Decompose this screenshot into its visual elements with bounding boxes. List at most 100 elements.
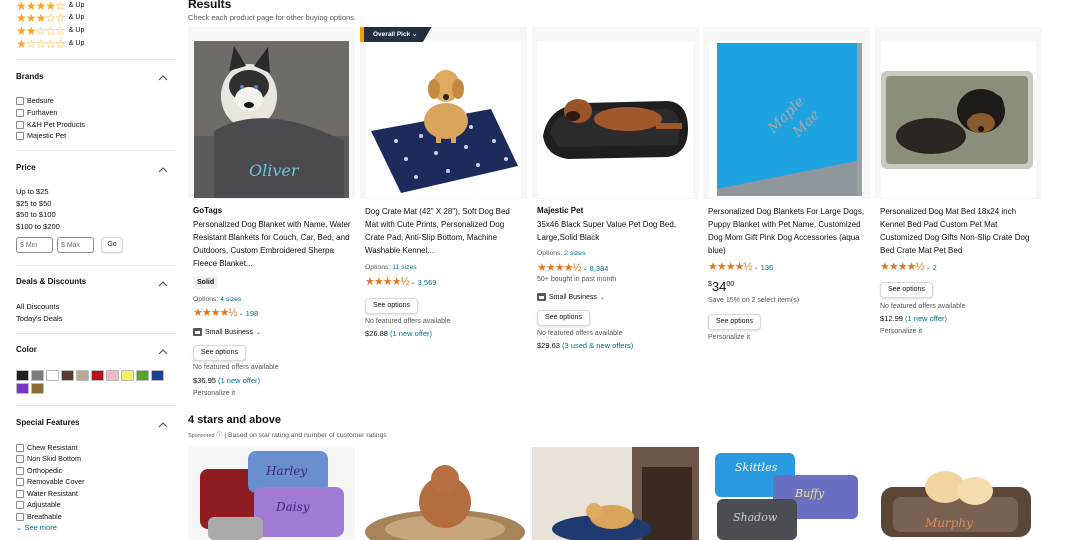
feature-filter-removable-cover[interactable]: Removable Cover (16, 476, 85, 487)
options-link[interactable]: 2 sizes (564, 250, 585, 257)
feature-filter-non-skid[interactable]: Non Skid Bottom (16, 453, 81, 464)
brand-filter-bedsure[interactable]: Bedsure (16, 95, 54, 106)
feature-filter-orthopedic[interactable]: Orthopedic (16, 465, 62, 476)
checkbox[interactable] (16, 477, 24, 486)
feature-filter-chew-resistant[interactable]: Chew Resistant (16, 442, 77, 453)
small-business-badge[interactable]: Small Business ⌄ (193, 328, 261, 336)
color-swatch[interactable] (121, 370, 134, 381)
checkbox[interactable] (16, 120, 24, 129)
see-options-button[interactable]: See options (365, 298, 418, 314)
checkbox[interactable] (16, 466, 24, 475)
price-line: $36.95 (1 new offer) (193, 376, 260, 385)
go-button[interactable]: Go (101, 237, 123, 253)
chevron-up-icon[interactable] (158, 167, 170, 175)
color-swatch[interactable] (46, 370, 59, 381)
see-options-button[interactable]: See options (193, 345, 246, 361)
options-link[interactable]: 11 sizes (392, 264, 416, 271)
product-image[interactable] (360, 447, 527, 540)
product-image[interactable]: Skittles Buffy Shadow (703, 447, 870, 540)
checkbox[interactable] (16, 500, 24, 509)
product-image[interactable]: Oliver (188, 27, 355, 199)
feature-filter-breathable[interactable]: Breathable (16, 511, 62, 522)
checkbox[interactable] (16, 489, 24, 498)
product-image[interactable] (532, 27, 699, 199)
min-price-input[interactable] (16, 237, 53, 253)
see-options-button[interactable]: See options (880, 282, 933, 298)
brand-filter-furhaven[interactable]: Furhaven (16, 107, 57, 118)
brand-filter-majestic[interactable]: Majestic Pet (16, 130, 66, 141)
todays-deals-link[interactable]: Today's Deals (16, 314, 62, 323)
options-link[interactable]: 4 sizes (220, 296, 241, 303)
color-swatch[interactable] (61, 370, 74, 381)
product-image[interactable]: Maple Mae (703, 27, 870, 199)
review-count[interactable]: 3,569 (418, 278, 437, 287)
product-title-link[interactable]: Personalized Dog Mat Bed 18x24 inch Kenn… (880, 205, 1040, 257)
chevron-up-icon[interactable] (158, 75, 170, 83)
product-title-link[interactable]: Personalized Dog Blanket with Name, Wate… (193, 218, 353, 270)
product-title-link[interactable]: Dog Crate Mat (42" X 28"), Soft Dog Bed … (365, 205, 525, 257)
product-image[interactable]: Overall Pick ⌄ (360, 27, 527, 199)
color-swatch[interactable] (106, 370, 119, 381)
price-range-link[interactable]: $50 to $100 (16, 210, 56, 219)
color-swatch[interactable] (136, 370, 149, 381)
product-title-link[interactable]: 35x46 Black Super Value Pet Dog Bed, Lar… (537, 218, 697, 244)
chevron-up-icon[interactable] (158, 349, 170, 357)
review-count[interactable]: 198 (246, 309, 259, 318)
feature-filter-adjustable[interactable]: Adjustable (16, 499, 61, 510)
review-count[interactable]: 136 (761, 263, 774, 272)
color-swatch[interactable] (31, 370, 44, 381)
personalize-label: Personalize it (193, 390, 236, 397)
checkbox[interactable] (16, 443, 24, 452)
offer-link[interactable]: (1 new offer) (390, 329, 432, 338)
color-swatch[interactable] (76, 370, 89, 381)
review-count[interactable]: 2 (933, 263, 937, 272)
color-swatch[interactable] (16, 383, 29, 394)
info-icon[interactable]: ⓘ (217, 433, 223, 439)
offer-link[interactable]: (3 used & new offers) (562, 341, 633, 350)
product-image[interactable] (875, 27, 1042, 199)
variant-chip[interactable]: Solid (193, 276, 219, 289)
rating-filter-1[interactable]: ★☆☆☆☆ & Up (16, 37, 84, 50)
product-image[interactable]: Murphy (875, 447, 1042, 540)
max-price-input[interactable] (57, 237, 94, 253)
product-rating[interactable]: ★★★★½ ⌄ 198 (193, 308, 258, 319)
product-image[interactable] (532, 447, 699, 540)
rating-filter-3[interactable]: ★★★☆☆ & Up (16, 11, 84, 24)
see-options-button[interactable]: See options (537, 310, 590, 326)
checkbox[interactable] (16, 512, 24, 521)
feature-filter-water-resistant[interactable]: Water Resistant (16, 488, 78, 499)
product-rating[interactable]: ★★★★½ ⌄ 2 (880, 262, 937, 273)
all-discounts-link[interactable]: All Discounts (16, 302, 59, 311)
checkbox[interactable] (16, 96, 24, 105)
color-swatch[interactable] (31, 383, 44, 394)
feature-label: Chew Resistant (27, 443, 78, 452)
price-range-link[interactable]: $100 to $200 (16, 222, 60, 231)
brand-filter-kh[interactable]: K&H Pet Products (16, 119, 85, 130)
offer-link[interactable]: (1 new offer) (905, 314, 947, 323)
small-business-badge[interactable]: Small Business ⌄ (537, 293, 605, 301)
fireplace-dog-bed-photo (532, 447, 699, 540)
see-options-button[interactable]: See options (708, 314, 761, 330)
product-title-link[interactable]: Personalized Dog Blankets For Large Dogs… (708, 205, 868, 257)
overall-pick-badge[interactable]: Overall Pick ⌄ (360, 27, 432, 42)
color-swatch[interactable] (91, 370, 104, 381)
color-swatch[interactable] (16, 370, 29, 381)
product-rating[interactable]: ★★★★½ ⌄ 3,569 (365, 277, 436, 288)
see-more-label: See more (24, 523, 57, 532)
offer-link[interactable]: (1 new offer) (218, 376, 260, 385)
checkbox[interactable] (16, 454, 24, 463)
review-count[interactable]: 8,384 (590, 264, 609, 273)
see-more-link[interactable]: ⌄ See more (16, 523, 57, 532)
rating-filter-2[interactable]: ★★☆☆☆ & Up (16, 24, 84, 37)
badge-label: Overall Pick (373, 31, 411, 38)
chevron-up-icon[interactable] (158, 281, 170, 289)
product-rating[interactable]: ★★★★½ ⌄ 136 (708, 262, 773, 273)
color-swatch[interactable] (151, 370, 164, 381)
product-image[interactable]: Harley Daisy (188, 447, 355, 540)
price-range-link[interactable]: Up to $25 (16, 187, 49, 196)
price-range-link[interactable]: $25 to $50 (16, 199, 51, 208)
product-rating[interactable]: ★★★★½ ⌄ 8,384 (537, 263, 608, 274)
chevron-up-icon[interactable] (158, 422, 170, 430)
checkbox[interactable] (16, 131, 24, 140)
checkbox[interactable] (16, 108, 24, 117)
